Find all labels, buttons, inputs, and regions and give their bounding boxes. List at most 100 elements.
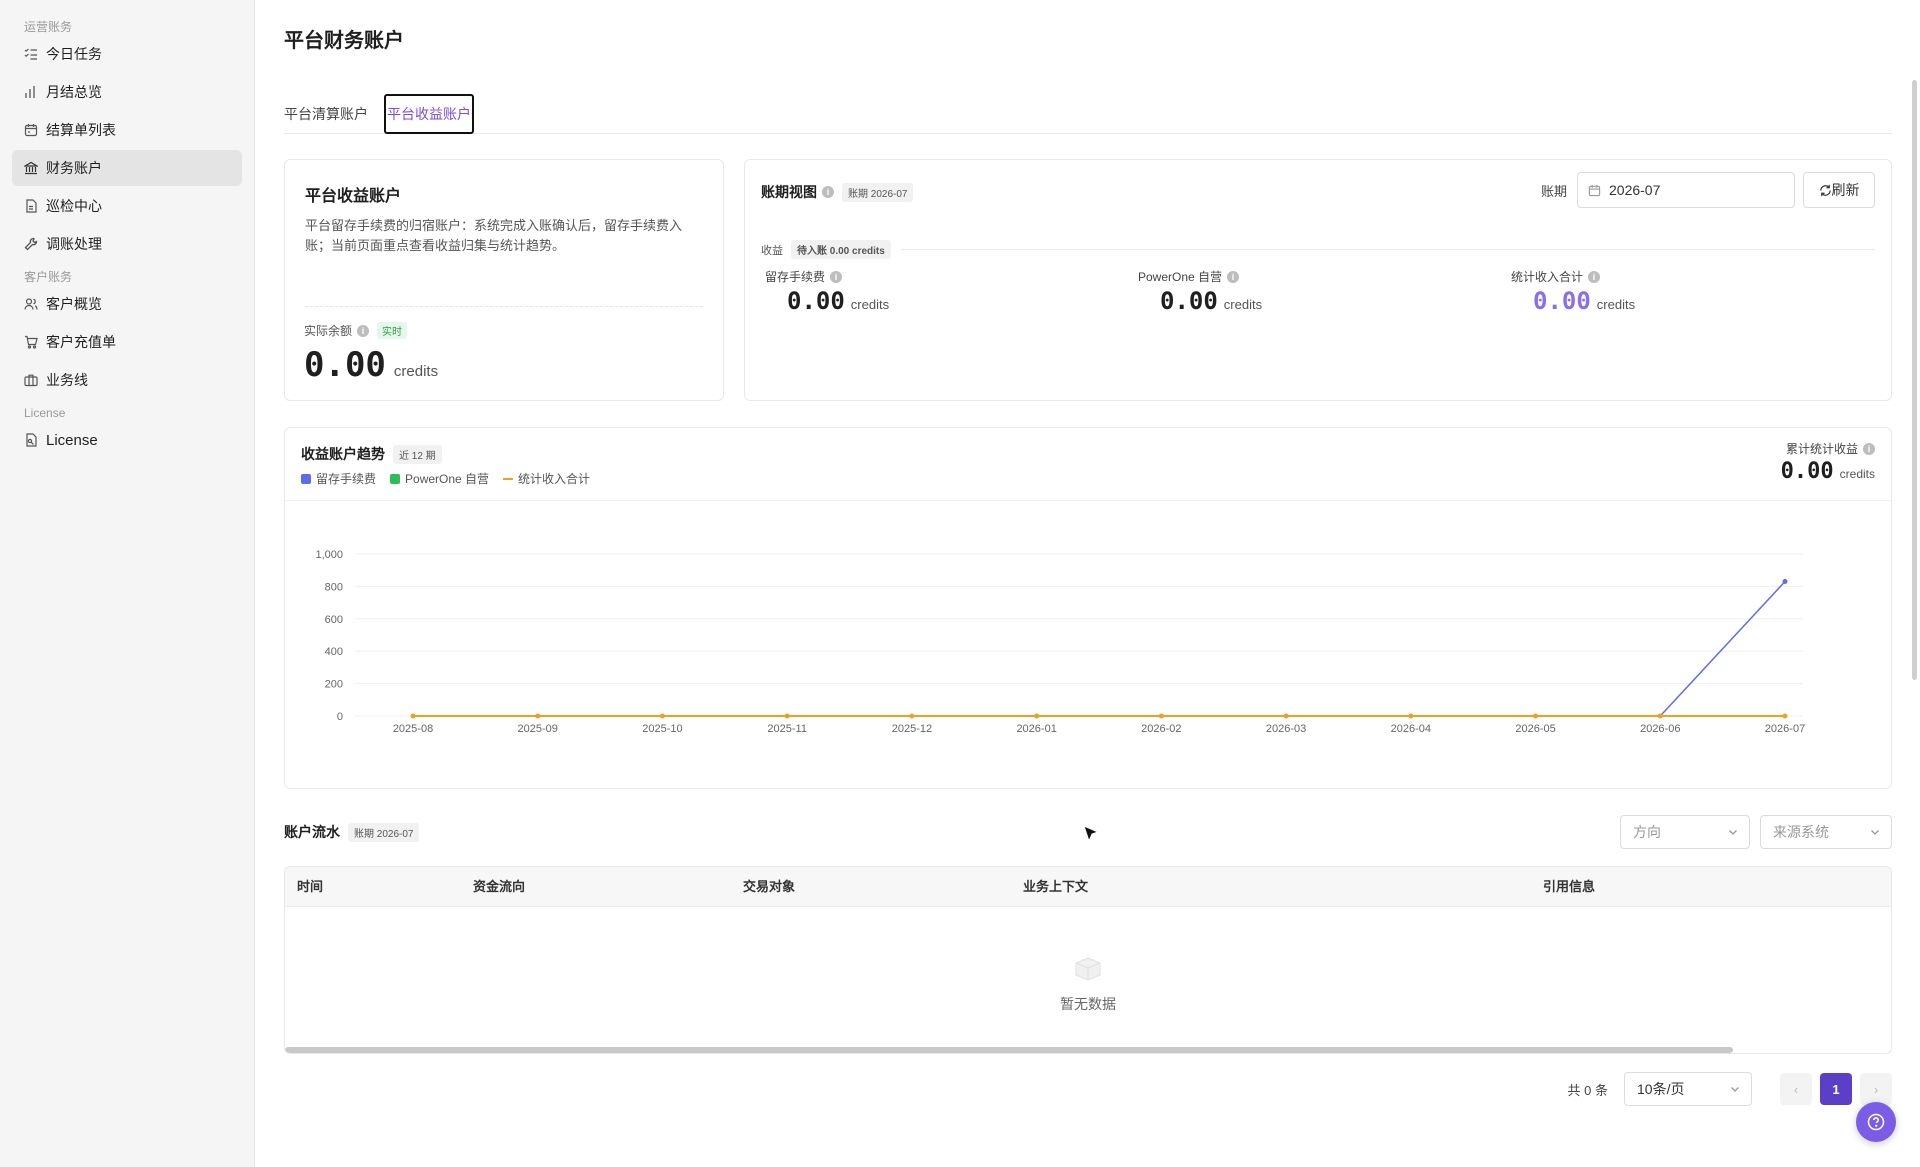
legend-item-retained-fee[interactable]: 留存手续费 bbox=[301, 470, 376, 487]
users-icon bbox=[24, 298, 38, 310]
x-tick-label: 2025-12 bbox=[892, 723, 932, 735]
period-label: 账期 bbox=[1540, 183, 1567, 199]
divider bbox=[305, 306, 703, 307]
chevron-down-icon bbox=[1729, 830, 1737, 835]
x-tick-label: 2026-01 bbox=[1016, 723, 1056, 735]
info-icon[interactable]: i bbox=[1588, 270, 1601, 283]
metric-value: 0.00 bbox=[787, 287, 845, 315]
cart-icon bbox=[25, 335, 38, 349]
page-button-current[interactable]: 1 bbox=[1820, 1073, 1852, 1105]
metric-retained-fee: 留存手续费 i 0.00 credits bbox=[765, 268, 889, 315]
chevron-down-icon bbox=[1731, 1087, 1739, 1092]
metric-unit: credits bbox=[1223, 297, 1263, 312]
live-badge: 实时 bbox=[377, 322, 408, 339]
series-line bbox=[413, 581, 1786, 717]
data-point bbox=[1158, 713, 1164, 719]
cumulative-revenue: 累计统计收益 i 0.00 credits bbox=[1781, 440, 1875, 484]
sidebar-group-label-ops: 运营账务 bbox=[24, 20, 73, 34]
sidebar-item-label: 客户概览 bbox=[46, 296, 102, 312]
column-header-time[interactable]: 时间 bbox=[297, 867, 323, 907]
data-point bbox=[1408, 713, 1414, 719]
x-tick-label: 2025-08 bbox=[393, 723, 433, 735]
metric-label: PowerOne 自营 bbox=[1138, 270, 1223, 284]
source-system-select[interactable]: 来源系统 bbox=[1760, 815, 1892, 849]
sidebar-item-license[interactable]: License bbox=[12, 422, 242, 458]
cumulative-value: 0.00 bbox=[1780, 459, 1834, 484]
income-row: 收益 待入账 0.00 credits bbox=[761, 240, 1875, 259]
sidebar-item-monthly-overview[interactable]: 月结总览 bbox=[12, 74, 242, 110]
data-point bbox=[1533, 713, 1539, 719]
briefcase-icon bbox=[24, 374, 38, 387]
sidebar-item-label: 今日任务 bbox=[46, 46, 102, 62]
help-button[interactable] bbox=[1856, 1102, 1896, 1142]
sidebar-group-label-customer: 客户账务 bbox=[24, 270, 73, 284]
sidebar-item-adjustment[interactable]: 调账处理 bbox=[12, 226, 242, 262]
page-size-select[interactable]: 10条/页 bbox=[1624, 1072, 1752, 1106]
empty-text: 暂无数据 bbox=[1060, 996, 1116, 1012]
metric-value: 0.00 bbox=[1160, 287, 1218, 315]
sidebar-item-business-line[interactable]: 业务线 bbox=[12, 362, 242, 398]
trend-title: 收益账户趋势 bbox=[301, 446, 385, 462]
next-page-button[interactable]: › bbox=[1860, 1073, 1892, 1105]
column-header-counterparty[interactable]: 交易对象 bbox=[743, 867, 795, 907]
account-tabs: 平台清算账户 平台收益账户 bbox=[284, 94, 1892, 134]
balance-unit: credits bbox=[393, 363, 439, 380]
sidebar-item-inspection-center[interactable]: 巡检中心 bbox=[12, 188, 242, 224]
sidebar-item-label: License bbox=[46, 431, 98, 449]
sidebar-item-customer-recharge[interactable]: 客户充值单 bbox=[12, 324, 242, 360]
table-header: 时间 资金流向 交易对象 业务上下文 引用信息 bbox=[285, 867, 1891, 907]
period-picker[interactable]: 2026-07 bbox=[1577, 172, 1795, 208]
trend-header: 收益账户趋势 近 12 期 bbox=[301, 444, 442, 464]
column-header-reference[interactable]: 引用信息 bbox=[1543, 867, 1595, 907]
sidebar-item-customer-overview[interactable]: 客户概览 bbox=[12, 286, 242, 322]
bank-icon bbox=[24, 161, 38, 175]
sidebar-item-finance-accounts[interactable]: 财务账户 bbox=[12, 150, 242, 186]
checklist-icon bbox=[24, 48, 37, 60]
account-flow-title: 账户流水 bbox=[284, 824, 340, 840]
refresh-button[interactable]: 刷新 bbox=[1803, 172, 1875, 208]
legend-item-total-income[interactable]: 统计收入合计 bbox=[503, 470, 590, 487]
column-header-business-context[interactable]: 业务上下文 bbox=[1023, 867, 1088, 907]
sidebar-item-label: 结算单列表 bbox=[46, 122, 116, 138]
metric-value: 0.00 bbox=[1533, 287, 1591, 315]
x-tick-label: 2025-11 bbox=[767, 723, 807, 735]
empty-state: 暂无数据 bbox=[285, 953, 1891, 1014]
y-tick-label: 0 bbox=[337, 711, 343, 723]
cumulative-unit: credits bbox=[1839, 467, 1875, 481]
table-horizontal-scrollbar[interactable] bbox=[285, 1047, 1733, 1053]
flow-period-tag: 账期 2026-07 bbox=[348, 822, 420, 842]
direction-select[interactable]: 方向 bbox=[1620, 815, 1750, 849]
legend-label: PowerOne 自营 bbox=[405, 472, 490, 486]
y-tick-label: 400 bbox=[325, 646, 343, 658]
sidebar-item-label: 业务线 bbox=[46, 372, 88, 388]
column-header-direction[interactable]: 资金流向 bbox=[473, 867, 525, 907]
empty-box-icon bbox=[1075, 957, 1101, 981]
sidebar-item-label: 巡检中心 bbox=[46, 198, 102, 214]
data-point bbox=[909, 713, 915, 719]
page-vertical-scrollbar[interactable] bbox=[1912, 80, 1917, 680]
divider bbox=[900, 249, 1875, 250]
sidebar-item-label: 客户充值单 bbox=[46, 334, 116, 350]
info-icon[interactable]: i bbox=[1227, 270, 1240, 283]
info-icon[interactable]: i bbox=[822, 186, 834, 198]
data-point bbox=[1283, 713, 1289, 719]
account-flow-table: 时间 资金流向 交易对象 业务上下文 引用信息 暂无数据 bbox=[284, 866, 1892, 1054]
sidebar: 运营账务 今日任务 月结总览 结算单列表 财务账户 巡检中心 调账处理 客户账务… bbox=[0, 0, 255, 797]
calendar-icon bbox=[1588, 184, 1601, 196]
sidebar-item-label: 财务账户 bbox=[46, 160, 102, 176]
license-icon bbox=[26, 433, 37, 447]
sidebar-item-today-tasks[interactable]: 今日任务 bbox=[12, 36, 242, 72]
sidebar-footer-area bbox=[0, 797, 255, 1167]
sidebar-item-settlement-list[interactable]: 结算单列表 bbox=[12, 112, 242, 148]
info-icon[interactable]: i bbox=[830, 270, 843, 283]
bar-chart-icon bbox=[25, 86, 35, 98]
info-icon[interactable]: i bbox=[357, 324, 370, 337]
tab-revenue-account[interactable]: 平台收益账户 bbox=[384, 94, 474, 134]
data-point bbox=[535, 713, 541, 719]
prev-page-button[interactable]: ‹ bbox=[1780, 1073, 1812, 1105]
tab-clearing-account[interactable]: 平台清算账户 bbox=[284, 94, 368, 134]
cumulative-label: 累计统计收益 bbox=[1785, 442, 1858, 456]
legend-item-powerone[interactable]: PowerOne 自营 bbox=[390, 470, 489, 487]
legend-label: 留存手续费 bbox=[316, 472, 377, 486]
info-icon[interactable]: i bbox=[1863, 442, 1875, 455]
